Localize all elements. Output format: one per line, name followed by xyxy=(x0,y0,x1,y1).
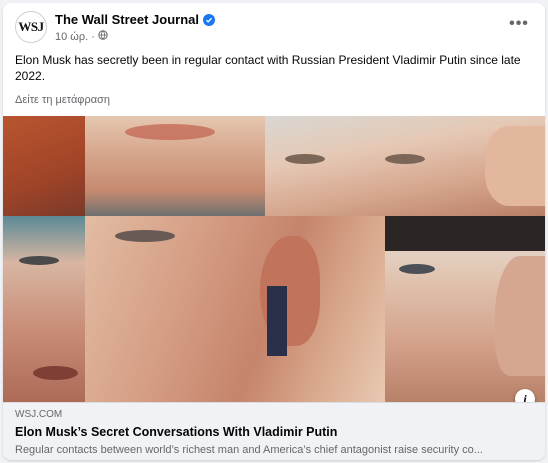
collage-tile-top-center xyxy=(85,116,265,216)
link-domain: WSJ.COM xyxy=(15,409,63,420)
post-header: WSJ The Wall Street Journal 10 ώρ. · ••• xyxy=(3,3,545,47)
collage-tile-top-left xyxy=(3,116,85,216)
avatar[interactable]: WSJ xyxy=(15,11,47,43)
verified-badge-icon xyxy=(203,13,215,26)
page-name[interactable]: The Wall Street Journal xyxy=(55,12,199,27)
more-options-button[interactable]: ••• xyxy=(507,15,531,33)
meta-separator: · xyxy=(91,30,95,43)
post-time[interactable]: 10 ώρ. xyxy=(55,31,88,43)
see-translation-link[interactable]: Δείτε τη μετάφραση xyxy=(15,94,110,106)
globe-icon xyxy=(98,30,108,43)
link-preview[interactable]: WSJ.COM Elon Musk’s Secret Conversations… xyxy=(3,402,545,460)
info-button[interactable]: i xyxy=(515,389,535,402)
post-image[interactable]: i xyxy=(3,116,545,402)
link-title[interactable]: Elon Musk’s Secret Conversations With Vl… xyxy=(15,425,337,439)
link-description: Regular contacts between world’s richest… xyxy=(15,444,483,456)
collage-tile-bottom-right xyxy=(385,216,545,402)
collage-tile-bottom-center xyxy=(85,216,385,402)
post-meta: 10 ώρ. · xyxy=(55,30,108,43)
post-card: WSJ The Wall Street Journal 10 ώρ. · •••… xyxy=(3,3,545,460)
collage-tile-bottom-left xyxy=(3,216,85,402)
collage-tile-top-right xyxy=(265,116,545,216)
page-name-link[interactable]: The Wall Street Journal xyxy=(55,12,215,27)
post-text: Elon Musk has secretly been in regular c… xyxy=(15,53,521,83)
